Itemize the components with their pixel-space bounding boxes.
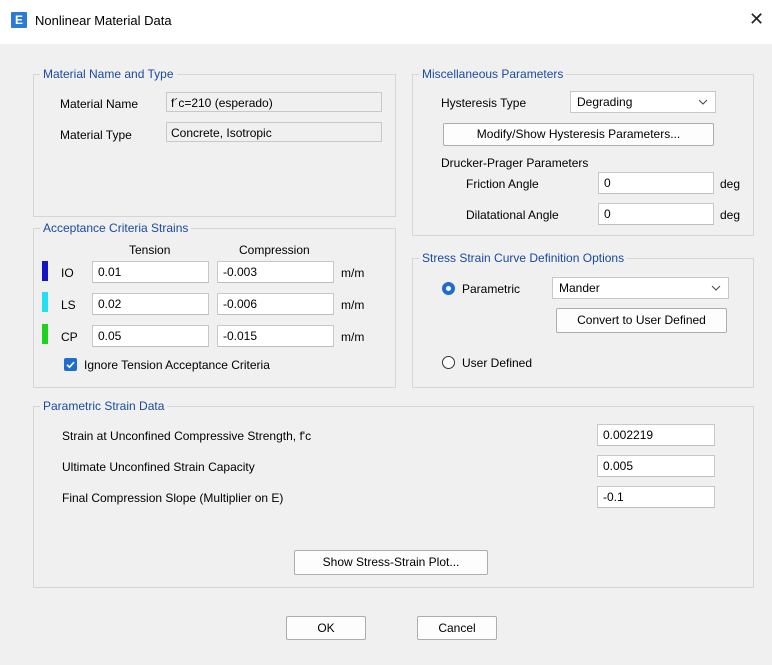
compression-slope-input[interactable]: -0.1 xyxy=(597,486,715,508)
io-unit: m/m xyxy=(341,266,365,280)
ultimate-strain-label: Ultimate Unconfined Strain Capacity xyxy=(62,460,255,474)
convert-user-defined-button[interactable]: Convert to User Defined xyxy=(556,308,727,333)
stress-strain-group-title: Stress Strain Curve Definition Options xyxy=(419,251,628,265)
misc-group-title: Miscellaneous Parameters xyxy=(419,67,567,81)
strain-fc-input[interactable]: 0.002219 xyxy=(597,424,715,446)
hysteresis-select[interactable]: Degrading xyxy=(570,91,716,113)
window-title: Nonlinear Material Data xyxy=(35,13,172,28)
material-group-title: Material Name and Type xyxy=(40,67,177,81)
material-type-label: Material Type xyxy=(60,128,132,142)
parametric-select-value: Mander xyxy=(559,281,600,295)
hysteresis-value: Degrading xyxy=(577,95,633,109)
ignore-tension-label[interactable]: Ignore Tension Acceptance Criteria xyxy=(84,358,270,372)
material-name-field: f´c=210 (esperado) xyxy=(166,92,382,112)
cp-label: CP xyxy=(61,330,78,344)
ls-unit: m/m xyxy=(341,298,365,312)
friction-angle-label: Friction Angle xyxy=(466,177,539,191)
chevron-down-icon xyxy=(711,285,721,291)
io-label: IO xyxy=(61,266,74,280)
cp-tension-input[interactable]: 0.05 xyxy=(92,325,209,347)
drucker-prager-label: Drucker-Prager Parameters xyxy=(441,156,589,170)
parametric-select[interactable]: Mander xyxy=(552,277,729,299)
dilatational-angle-input[interactable]: 0 xyxy=(598,203,714,225)
acceptance-group-title: Acceptance Criteria Strains xyxy=(40,221,192,235)
ok-button[interactable]: OK xyxy=(286,616,366,640)
hysteresis-label: Hysteresis Type xyxy=(441,96,527,110)
ls-color-swatch xyxy=(42,292,48,312)
material-name-label: Material Name xyxy=(60,97,139,111)
dilatational-angle-label: Dilatational Angle xyxy=(466,208,559,222)
dilatational-angle-unit: deg xyxy=(720,208,741,222)
parametric-strain-group-title: Parametric Strain Data xyxy=(40,399,168,413)
compression-slope-label: Final Compression Slope (Multiplier on E… xyxy=(62,491,284,505)
ls-tension-input[interactable]: 0.02 xyxy=(92,293,209,315)
ls-label: LS xyxy=(61,298,76,312)
io-compression-input[interactable]: -0.003 xyxy=(217,261,334,283)
cp-color-swatch xyxy=(42,324,48,344)
parametric-radio[interactable] xyxy=(442,282,455,295)
ignore-tension-checkbox[interactable] xyxy=(64,358,77,371)
tension-header: Tension xyxy=(129,243,171,257)
checkmark-icon xyxy=(66,361,75,369)
io-color-swatch xyxy=(42,261,48,281)
friction-angle-input[interactable]: 0 xyxy=(598,172,714,194)
ls-compression-input[interactable]: -0.006 xyxy=(217,293,334,315)
cp-compression-input[interactable]: -0.015 xyxy=(217,325,334,347)
chevron-down-icon xyxy=(698,99,708,105)
cancel-button[interactable]: Cancel xyxy=(417,616,497,640)
parametric-label[interactable]: Parametric xyxy=(462,282,520,296)
user-defined-radio[interactable] xyxy=(442,356,455,369)
cp-unit: m/m xyxy=(341,330,365,344)
modify-hysteresis-button[interactable]: Modify/Show Hysteresis Parameters... xyxy=(443,123,714,146)
close-icon[interactable]: ✕ xyxy=(749,10,764,28)
strain-fc-label: Strain at Unconfined Compressive Strengt… xyxy=(62,429,312,443)
show-stress-strain-plot-button[interactable]: Show Stress-Strain Plot... xyxy=(294,550,488,575)
material-type-field: Concrete, Isotropic xyxy=(166,122,382,142)
ultimate-strain-input[interactable]: 0.005 xyxy=(597,455,715,477)
compression-header: Compression xyxy=(239,243,310,257)
friction-angle-unit: deg xyxy=(720,177,741,191)
user-defined-label[interactable]: User Defined xyxy=(462,356,532,370)
app-icon: E xyxy=(11,12,27,28)
io-tension-input[interactable]: 0.01 xyxy=(92,261,209,283)
